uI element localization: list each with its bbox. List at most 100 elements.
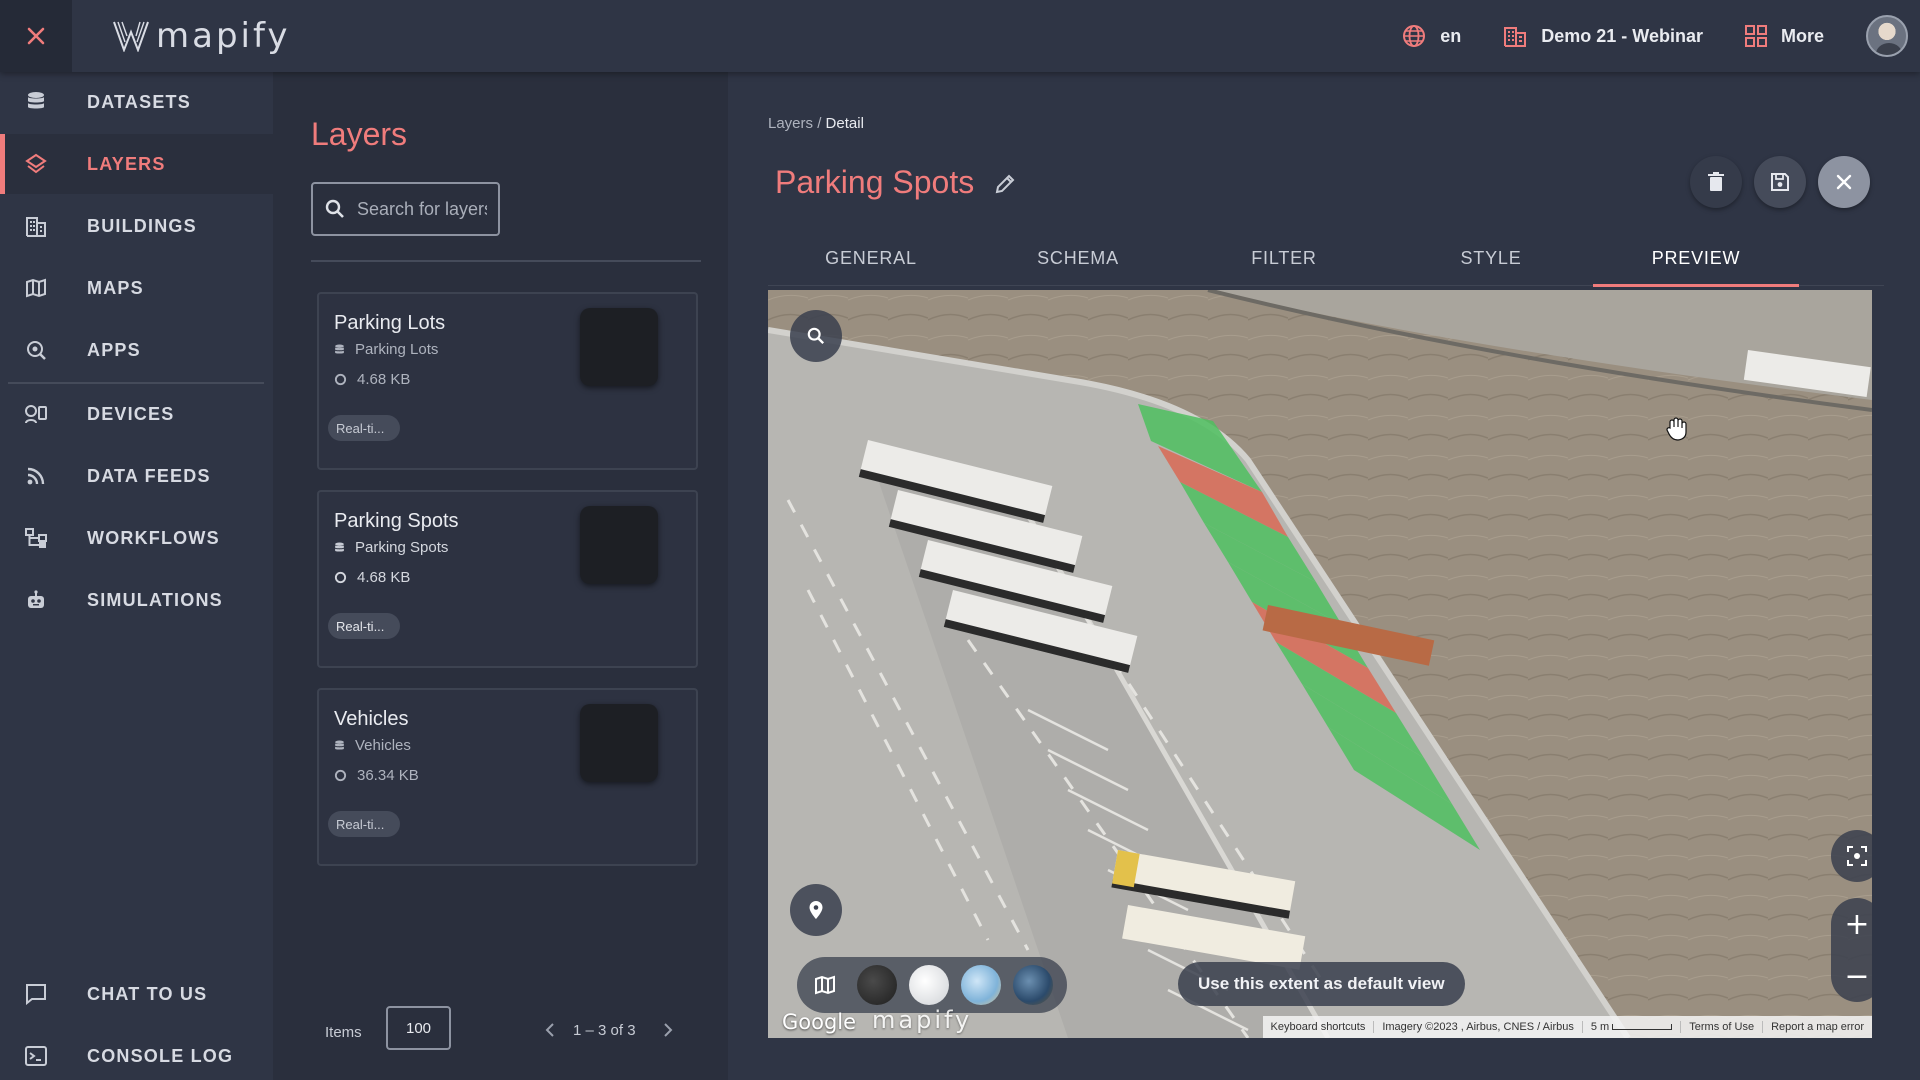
tab-general[interactable]: GENERAL	[768, 230, 974, 286]
layer-card-dataset: Parking Spots	[334, 539, 448, 556]
sidebar-item-apps[interactable]: APPS	[0, 320, 273, 380]
workflow-icon	[24, 526, 48, 550]
layer-card-dataset-label: Vehicles	[355, 737, 411, 754]
sidebar-item-data-feeds[interactable]: DATA FEEDS	[0, 446, 273, 506]
rss-icon	[24, 464, 48, 488]
satellite-imagery	[768, 290, 1872, 1038]
breadcrumb-current: Detail	[825, 115, 864, 132]
layer-card-tag: Real-ti...	[328, 811, 401, 837]
sidebar-item-maps[interactable]: MAPS	[0, 258, 273, 318]
close-menu-button[interactable]	[0, 0, 72, 72]
basemap-terrain-button[interactable]	[961, 965, 1001, 1005]
sidebar-item-label: MAPS	[87, 277, 144, 298]
more-menu[interactable]: More	[1744, 25, 1824, 47]
zoom-in-button[interactable]: +	[1831, 898, 1872, 950]
edit-title-button[interactable]	[989, 168, 1021, 200]
delete-button[interactable]	[1690, 156, 1742, 208]
layer-card-parking-lots[interactable]: Parking Lots Parking Lots 4.68 KB Real-t…	[317, 292, 698, 470]
layer-search-input[interactable]	[357, 198, 487, 220]
layer-card-thumbnail	[580, 506, 658, 584]
scale-label: 5 m	[1590, 1021, 1610, 1033]
tab-filter[interactable]: FILTER	[1181, 230, 1387, 286]
layer-card-thumbnail	[580, 308, 658, 386]
tab-schema[interactable]: SCHEMA	[975, 230, 1181, 286]
grid-icon	[1744, 25, 1767, 47]
sidebar-item-datasets[interactable]: DATASETS	[0, 72, 273, 132]
layer-detail-panel: Layers / Detail Parking Spots GENERAL SC…	[728, 72, 1920, 1080]
search-icon	[807, 327, 825, 345]
database-icon	[335, 542, 344, 552]
layer-card-tag: Real-ti...	[328, 613, 401, 639]
map-attribution: Google mapify Keyboard shortcuts Imagery…	[768, 1006, 1872, 1038]
layer-title: Parking Spots	[775, 164, 975, 200]
language-selector[interactable]: en	[1402, 24, 1461, 48]
basemap-satellite-button[interactable]	[1013, 965, 1053, 1005]
panel-divider	[311, 260, 701, 262]
layer-search[interactable]	[311, 182, 500, 236]
search-icon	[325, 199, 344, 218]
robot-icon	[24, 588, 48, 612]
sidebar-item-simulations[interactable]: SIMULATIONS	[0, 570, 273, 630]
database-icon	[335, 344, 344, 354]
layer-card-size-label: 4.68 KB	[357, 569, 411, 586]
items-per-page-label: Items	[325, 1024, 362, 1041]
database-icon	[24, 90, 48, 114]
next-page-button[interactable]	[658, 1020, 678, 1040]
items-per-page-input[interactable]: 100	[386, 1006, 451, 1050]
close-detail-button[interactable]	[1818, 156, 1870, 208]
basemap-light-button[interactable]	[909, 965, 949, 1005]
sidebar-item-label: APPS	[87, 339, 141, 360]
page-range: 1 – 3 of 3	[573, 1022, 636, 1039]
my-location-button[interactable]	[790, 884, 842, 936]
sidebar-item-layers[interactable]: LAYERS	[0, 134, 273, 194]
pagination: Items 100 1 – 3 of 3	[273, 1002, 728, 1062]
organization-selector[interactable]: Demo 21 - Webinar	[1503, 24, 1703, 48]
terms-link[interactable]: Terms of Use	[1680, 1021, 1762, 1033]
google-logo: Google	[782, 1010, 857, 1034]
map-search-button[interactable]	[790, 310, 842, 362]
keyboard-shortcuts-link[interactable]: Keyboard shortcuts	[1263, 1021, 1374, 1033]
sidebar-item-label: DATASETS	[87, 91, 191, 112]
breadcrumb-layers-link[interactable]: Layers	[768, 115, 813, 132]
tab-preview[interactable]: PREVIEW	[1593, 230, 1799, 287]
sidebar: DATASETS LAYERS BUILDINGS MAPS APPS DEVI…	[0, 72, 273, 1080]
layer-card-size-label: 4.68 KB	[357, 371, 411, 388]
zoom-out-button[interactable]: −	[1831, 950, 1872, 1002]
sidebar-item-chat[interactable]: CHAT TO US	[0, 964, 273, 1024]
use-default-extent-button[interactable]: Use this extent as default view	[1178, 962, 1465, 1006]
more-label: More	[1780, 25, 1824, 46]
buildings-icon	[24, 214, 48, 238]
basemap-switcher	[797, 957, 1067, 1013]
chat-icon	[24, 982, 48, 1006]
terminal-icon	[24, 1044, 48, 1068]
tab-style[interactable]: STYLE	[1388, 230, 1594, 286]
basemap-map-button[interactable]	[805, 965, 845, 1005]
sidebar-item-console-log[interactable]: CONSOLE LOG	[0, 1026, 273, 1080]
organization-label: Demo 21 - Webinar	[1541, 25, 1703, 46]
layer-card-size: 36.34 KB	[334, 767, 419, 784]
top-bar: mapify en Demo 21 - Webinar More	[0, 0, 1920, 72]
chevron-right-icon	[664, 1023, 673, 1037]
user-avatar[interactable]	[1866, 15, 1908, 57]
sidebar-item-label: LAYERS	[87, 153, 166, 174]
imagery-credit: Imagery ©2023 , Airbus, CNES / Airbus	[1373, 1021, 1582, 1033]
layer-card-tag: Real-ti...	[328, 415, 401, 441]
scale-bar: 5 m	[1581, 1021, 1680, 1033]
sidebar-item-devices[interactable]: DEVICES	[0, 384, 273, 444]
sidebar-item-buildings[interactable]: BUILDINGS	[0, 196, 273, 256]
layer-card-vehicles[interactable]: Vehicles Vehicles 36.34 KB Real-ti...	[317, 688, 698, 866]
sidebar-item-workflows[interactable]: WORKFLOWS	[0, 508, 273, 568]
save-button[interactable]	[1754, 156, 1806, 208]
layer-card-parking-spots[interactable]: Parking Spots Parking Spots 4.68 KB Real…	[317, 490, 698, 668]
previous-page-button[interactable]	[540, 1020, 560, 1040]
layers-panel: Layers Parking Lots Parking Lots 4.68 KB…	[273, 72, 728, 1080]
basemap-dark-button[interactable]	[857, 965, 897, 1005]
map-icon	[815, 975, 835, 995]
devices-icon	[24, 402, 48, 426]
app-logo[interactable]: mapify	[112, 16, 290, 56]
layer-card-dataset: Vehicles	[334, 737, 411, 754]
zoom-controls: + −	[1831, 898, 1872, 1002]
report-error-link[interactable]: Report a map error	[1762, 1021, 1872, 1033]
map-preview[interactable]: Use this extent as default view + − Goog…	[768, 290, 1872, 1038]
layers-icon	[24, 152, 48, 176]
